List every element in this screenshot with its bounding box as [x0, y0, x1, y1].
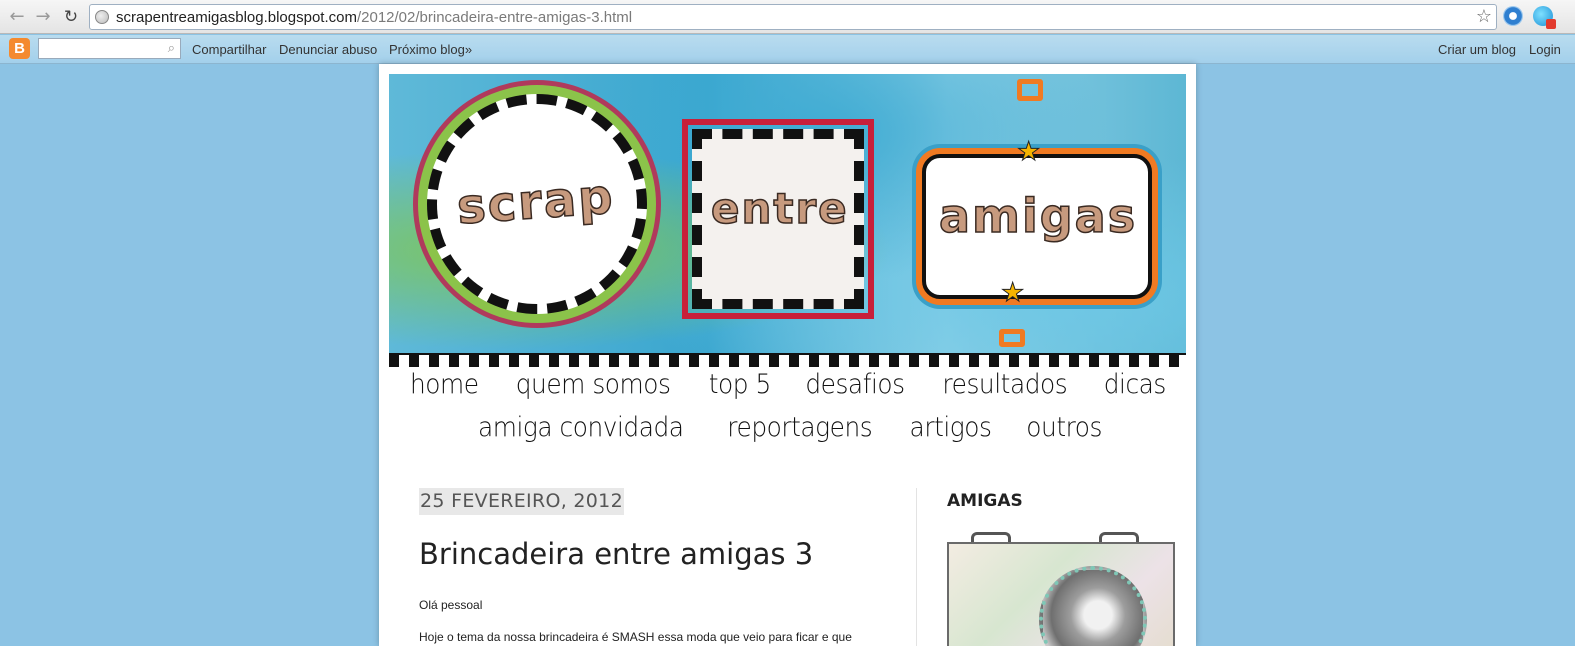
blogger-logo-icon[interactable]: B: [9, 38, 30, 59]
nav-menu-row-1: home quem somos top 5 desafios resultados dic…: [379, 369, 1196, 400]
sidebar-title: AMIGAS: [947, 491, 1023, 511]
post-paragraph: Hoje o tema da nossa brincadeira é SMASH…: [419, 630, 852, 644]
checkered-border: [389, 353, 1186, 367]
nav-home[interactable]: home: [410, 369, 479, 400]
header-banner-image[interactable]: ★ ★ scrap entre amigas: [389, 74, 1186, 367]
browser-toolbar: ← → ↻ scrapentreamigasblog.blogspot.com/…: [0, 0, 1575, 34]
header-word-scrap: scrap: [454, 168, 617, 236]
bookmark-star-icon[interactable]: ☆: [1476, 6, 1492, 27]
post-date: 25 FEVEREIRO, 2012: [419, 488, 624, 515]
next-blog-link[interactable]: Próximo blog»: [389, 42, 472, 57]
post-title[interactable]: Brincadeira entre amigas 3: [419, 537, 813, 571]
url-path: /2012/02/brincadeira-entre-amigas-3.html: [356, 9, 633, 26]
login-link[interactable]: Login: [1529, 42, 1561, 57]
share-link[interactable]: Compartilhar: [192, 42, 266, 57]
skype-extension-icon[interactable]: [1533, 6, 1556, 29]
notification-badge: [1546, 19, 1556, 29]
nav-artigos[interactable]: artigos: [910, 412, 992, 443]
url-host: scrapentreamigasblog.blogspot.com: [116, 9, 357, 26]
header-word-entre: entre: [710, 183, 849, 234]
nav-reportagens[interactable]: reportagens: [727, 412, 872, 443]
back-arrow-icon[interactable]: ←: [6, 6, 28, 28]
column-divider: [916, 488, 917, 646]
forward-arrow-icon[interactable]: →: [32, 6, 54, 28]
star-icon: ★: [1000, 277, 1025, 308]
create-blog-link[interactable]: Criar um blog: [1438, 42, 1516, 57]
post-paragraph: Olá pessoal: [419, 598, 483, 612]
globe-icon: [95, 10, 109, 24]
plaque-ornament: [999, 329, 1025, 347]
report-abuse-link[interactable]: Denunciar abuso: [279, 42, 377, 57]
post-body: Olá pessoal Hoje o tema da nossa brincad…: [419, 598, 899, 646]
nav-desafios[interactable]: desafios: [805, 369, 905, 400]
blog-page: ★ ★ scrap entre amigas home quem somos top…: [379, 64, 1196, 646]
plaque-ornament: [1017, 79, 1043, 101]
header-word-amigas: amigas: [938, 188, 1138, 244]
blog-search-input[interactable]: ⌕: [38, 38, 181, 59]
nav-menu-row-2: amiga convidada reportagens artigos outros: [379, 412, 1196, 443]
reload-icon[interactable]: ↻: [60, 6, 82, 28]
search-icon[interactable]: ⌕: [168, 40, 175, 56]
star-icon: ★: [1016, 136, 1041, 167]
blogger-navbar: B ⌕ Compartilhar Denunciar abuso Próximo…: [0, 35, 1575, 64]
nav-top-5[interactable]: top 5: [708, 369, 771, 400]
nav-resultados[interactable]: resultados: [942, 369, 1067, 400]
address-bar[interactable]: scrapentreamigasblog.blogspot.com/2012/0…: [89, 4, 1497, 30]
nav-amiga-convidada[interactable]: amiga convidada: [478, 412, 684, 443]
extension-icon[interactable]: [1503, 6, 1523, 26]
nav-dicas[interactable]: dicas: [1103, 369, 1166, 400]
url-text[interactable]: scrapentreamigasblog.blogspot.com/2012/0…: [116, 9, 632, 26]
nav-quem-somos[interactable]: quem somos: [516, 369, 671, 400]
nav-outros[interactable]: outros: [1027, 412, 1103, 443]
